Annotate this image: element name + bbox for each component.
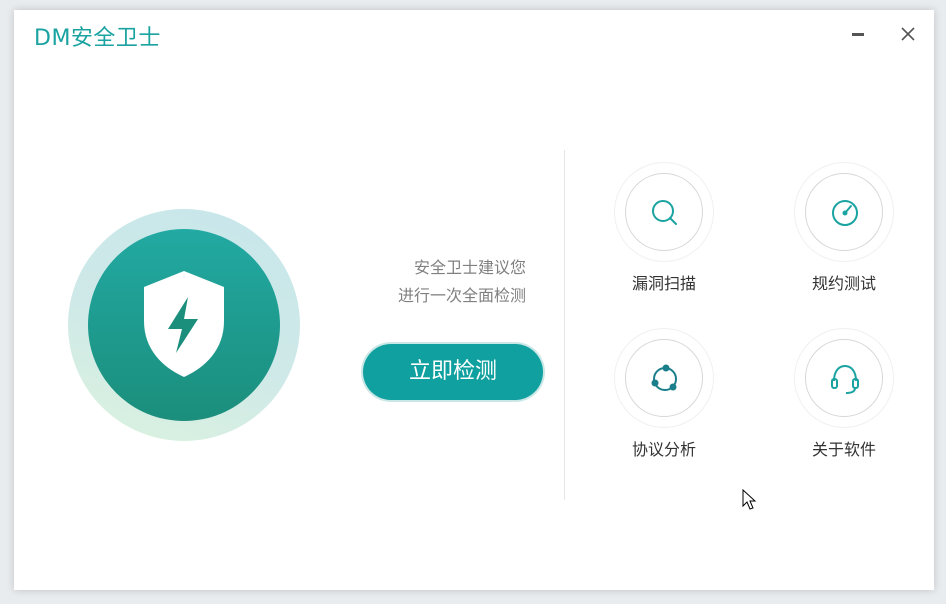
scan-now-button[interactable]: 立即检测	[363, 344, 543, 400]
headset-icon	[831, 364, 859, 394]
tool-ring-inner	[625, 339, 703, 417]
network-cycle-icon	[651, 364, 677, 391]
advice-line-1: 安全卫士建议您	[413, 258, 526, 277]
security-badge-core	[88, 229, 280, 421]
tool-about-software[interactable]: 关于软件	[784, 328, 904, 468]
tool-ring-inner	[805, 339, 883, 417]
vertical-divider	[564, 150, 565, 500]
tool-vulnerability-scan[interactable]: 漏洞扫描	[604, 162, 724, 302]
tool-protocol-test[interactable]: 规约测试	[784, 162, 904, 302]
advice-line-2: 进行一次全面检测	[397, 286, 526, 305]
minimize-button[interactable]	[846, 22, 870, 46]
scan-advice: 安全卫士建议您 进行一次全面检测	[324, 254, 526, 310]
tool-ring-inner	[625, 173, 703, 251]
main-window: DM安全卫士 安全卫士建议您 进行一次全面检测 立即检测 漏洞扫描 规约测试 协…	[14, 10, 934, 590]
tool-ring	[794, 162, 894, 262]
tool-ring	[794, 328, 894, 428]
mouse-pointer-icon	[742, 489, 757, 510]
gauge-icon	[832, 200, 858, 226]
security-badge	[68, 209, 300, 441]
tool-label: 规约测试	[811, 274, 876, 293]
close-icon	[901, 27, 915, 41]
search-icon	[652, 200, 677, 225]
tool-protocol-analysis[interactable]: 协议分析	[604, 328, 724, 468]
shield-bolt-icon	[144, 271, 224, 377]
tool-label: 关于软件	[811, 440, 876, 459]
tool-label: 协议分析	[631, 440, 696, 459]
tool-ring-inner	[805, 173, 883, 251]
tool-ring	[614, 162, 714, 262]
tool-label: 漏洞扫描	[631, 274, 696, 293]
close-button[interactable]	[896, 22, 920, 46]
app-title: DM安全卫士	[34, 26, 161, 51]
tool-ring	[614, 328, 714, 428]
minimize-icon	[852, 33, 864, 36]
